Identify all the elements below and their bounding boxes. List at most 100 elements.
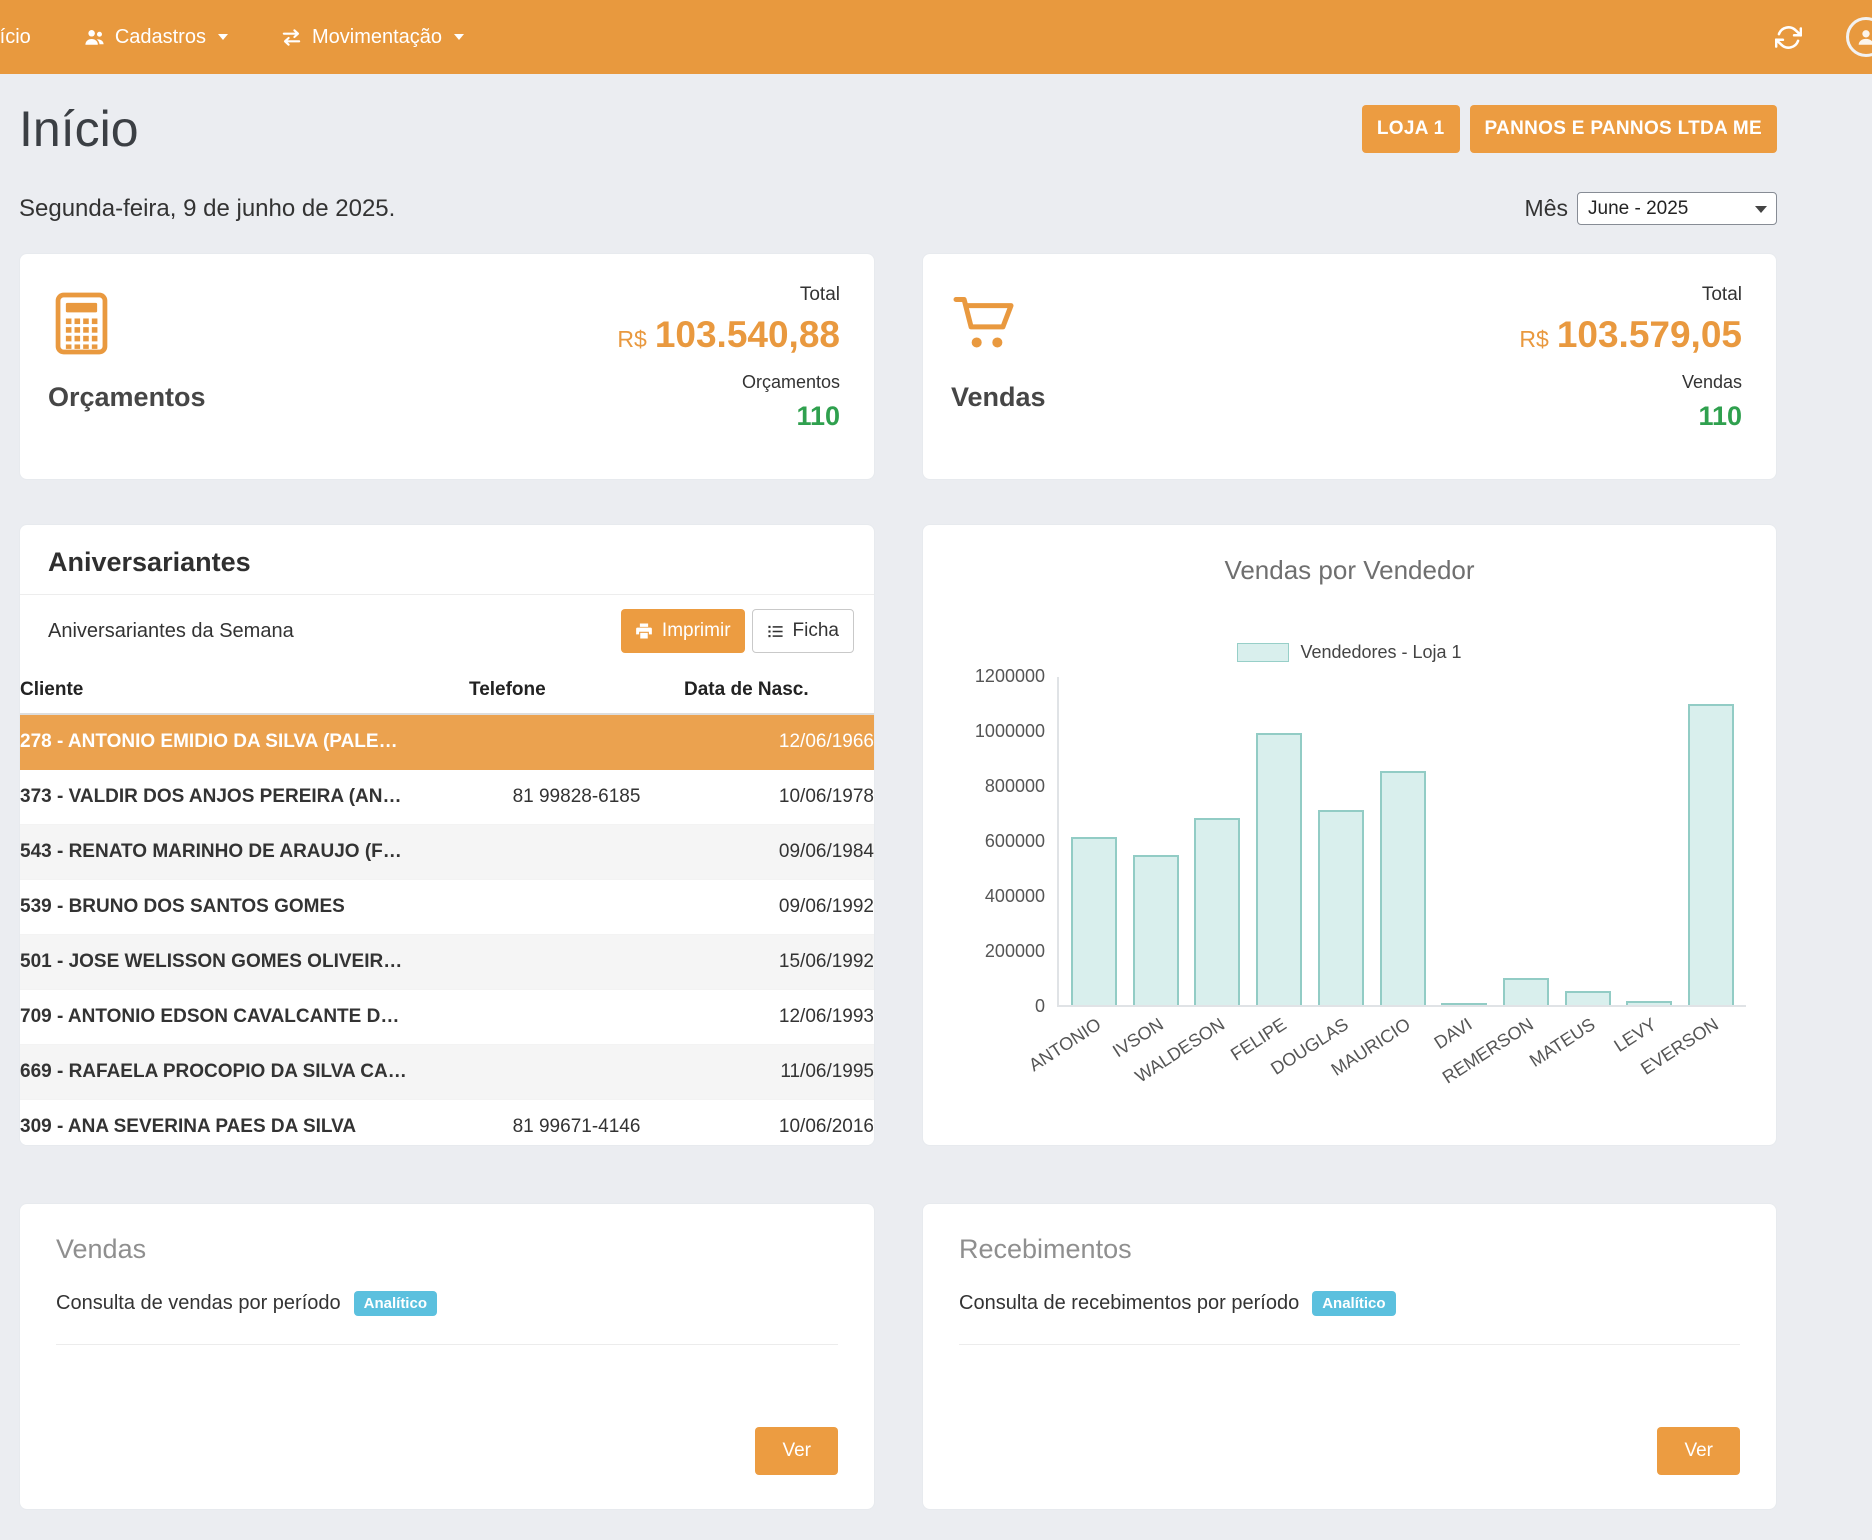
calculator-icon <box>48 290 115 362</box>
phone-cell <box>469 990 684 1045</box>
header-buttons: LOJA 1 PANNOS E PANNOS LTDA ME <box>1362 105 1777 153</box>
bar-slot: DOUGLAS <box>1310 677 1372 1005</box>
table-row[interactable]: 278 - ANTONIO EMIDIO DA SILVA (PALE…12/0… <box>20 714 874 770</box>
vendas-card: Vendas Total R$ 103.579,05 Vendas 110 <box>922 253 1777 480</box>
ficha-button[interactable]: Ficha <box>752 609 854 653</box>
birthdate-cell: 09/06/1984 <box>684 825 874 880</box>
company-button[interactable]: PANNOS E PANNOS LTDA ME <box>1470 105 1777 153</box>
table-row[interactable]: 501 - JOSE WELISSON GOMES OLIVEIR… 15/06/… <box>20 935 874 990</box>
bar-slot: FELIPE <box>1248 677 1310 1005</box>
legend-swatch <box>1237 643 1289 662</box>
aniversariantes-toolbar: Aniversariantes da Semana Imprimir Ficha <box>20 595 874 667</box>
x-axis-label: DAVI <box>1430 1014 1476 1054</box>
bar-felipe <box>1256 733 1302 1005</box>
chevron-down-icon <box>218 34 228 40</box>
legend-label: Vendedores - Loja 1 <box>1300 642 1461 663</box>
bar-waldeson <box>1194 818 1240 1005</box>
client-cell: 669 - RAFAELA PROCOPIO DA SILVA CA… <box>20 1045 469 1100</box>
imprimir-button[interactable]: Imprimir <box>621 609 745 653</box>
client-cell: 539 - BRUNO DOS SANTOS GOMES <box>20 880 469 935</box>
table-row[interactable]: 669 - RAFAELA PROCOPIO DA SILVA CA…11/06… <box>20 1045 874 1100</box>
y-axis-label: 200000 <box>985 941 1045 962</box>
bar-slot: MAURICIO <box>1372 677 1434 1005</box>
page-title: Início <box>19 100 139 158</box>
bar-antonio <box>1071 837 1117 1005</box>
amount-value: 103.540,88 <box>655 314 840 356</box>
vendas-panel-description: Consulta de vendas por período <box>56 1292 341 1315</box>
table-row[interactable]: 709 - ANTONIO EDSON CAVALCANTE D…12/06/1… <box>20 990 874 1045</box>
store-button[interactable]: LOJA 1 <box>1362 105 1460 153</box>
phone-cell <box>469 825 684 880</box>
list-icon <box>767 623 784 640</box>
aniversariantes-card: Aniversariantes Aniversariantes da Seman… <box>19 524 875 1146</box>
vendas-panel: Vendas Consulta de vendas por período An… <box>19 1203 875 1510</box>
bar-mateus <box>1565 991 1611 1005</box>
ver-vendas-button[interactable]: Ver <box>755 1427 838 1475</box>
nav-inicio-label: Início <box>0 26 31 49</box>
aniversariantes-table: Cliente Telefone Data de Nasc. 278 - ANT… <box>20 667 874 1146</box>
chart-title: Vendas por Vendedor <box>953 555 1746 586</box>
page-header: Início LOJA 1 PANNOS E PANNOS LTDA ME <box>19 100 1777 158</box>
y-axis-label: 600000 <box>985 831 1045 852</box>
birthdate-cell: 09/06/1992 <box>684 880 874 935</box>
nav-movimentacao[interactable]: Movimentação <box>254 26 490 49</box>
y-axis-label: 800000 <box>985 776 1045 797</box>
client-cell: 373 - VALDIR DOS ANJOS PEREIRA (AN… <box>20 770 469 825</box>
vendas-panel-title: Vendas <box>56 1234 838 1265</box>
recebimentos-panel-title: Recebimentos <box>959 1234 1740 1265</box>
recebimentos-panel-description: Consulta de recebimentos por período <box>959 1292 1299 1315</box>
total-label: Total <box>800 284 840 306</box>
ver-recebimentos-button[interactable]: Ver <box>1657 1427 1740 1475</box>
printer-icon <box>635 622 653 640</box>
divider <box>959 1344 1740 1345</box>
vendas-count: 110 <box>1698 401 1742 432</box>
table-row[interactable]: 543 - RENATO MARINHO DE ARAUJO (F… 09/06/… <box>20 825 874 880</box>
vendas-por-vendedor-card: Vendas por Vendedor Vendedores - Loja 1 … <box>922 524 1777 1146</box>
plot-area: ANTONIOIVSONWALDESONFELIPEDOUGLASMAURICI… <box>1057 677 1746 1007</box>
month-label: Mês <box>1525 195 1568 222</box>
nav-inicio[interactable]: Início <box>0 26 57 49</box>
current-date-text: Segunda-feira, 9 de junho de 2025. <box>19 195 395 223</box>
birthdate-cell: 10/06/1978 <box>684 770 874 825</box>
vendas-total-amount: R$ 103.579,05 <box>1519 314 1742 356</box>
transfer-arrows-icon <box>280 26 303 49</box>
bar-ivson <box>1133 855 1179 1005</box>
nav-movimentacao-label: Movimentação <box>312 26 442 49</box>
nav-cadastros[interactable]: Cadastros <box>57 26 254 49</box>
y-axis-label: 1000000 <box>975 721 1045 742</box>
col-header-telefone: Telefone <box>469 667 684 714</box>
birthdate-cell: 12/06/1966 <box>684 714 874 770</box>
refresh-icon[interactable] <box>1775 24 1802 51</box>
table-row[interactable]: 539 - BRUNO DOS SANTOS GOMES 09/06/1992 <box>20 880 874 935</box>
table-row[interactable]: 309 - ANA SEVERINA PAES DA SILVA81 99671… <box>20 1100 874 1147</box>
birthdate-cell: 15/06/1992 <box>684 935 874 990</box>
main-content: Início LOJA 1 PANNOS E PANNOS LTDA ME Se… <box>19 100 1777 1510</box>
nav-cadastros-label: Cadastros <box>115 26 206 49</box>
analitico-badge: Analítico <box>1312 1291 1395 1316</box>
bar-slot: WALDESON <box>1186 677 1248 1005</box>
bar-douglas <box>1318 810 1364 1005</box>
y-axis: 020000040000060000080000010000001200000 <box>957 677 1057 1007</box>
users-icon <box>83 26 106 49</box>
bar-slot: ANTONIO <box>1063 677 1125 1005</box>
currency-symbol: R$ <box>1519 326 1548 353</box>
y-axis-label: 1200000 <box>975 666 1045 687</box>
birthdate-cell: 10/06/2016 <box>684 1100 874 1147</box>
client-cell: 543 - RENATO MARINHO DE ARAUJO (F… <box>20 825 469 880</box>
bottom-row: Vendas Consulta de vendas por período An… <box>19 1203 1777 1510</box>
table-header-row: Cliente Telefone Data de Nasc. <box>20 667 874 714</box>
x-axis-label: MATEUS <box>1526 1014 1599 1072</box>
table-row[interactable]: 373 - VALDIR DOS ANJOS PEREIRA (AN…81 99… <box>20 770 874 825</box>
bar-remerson <box>1503 978 1549 1006</box>
phone-cell <box>469 714 684 770</box>
client-cell: 501 - JOSE WELISSON GOMES OLIVEIR… <box>20 935 469 990</box>
month-select[interactable]: June - 2025 <box>1577 192 1777 225</box>
ficha-label: Ficha <box>793 620 839 642</box>
bar-slot: REMERSON <box>1495 677 1557 1005</box>
user-avatar[interactable] <box>1846 17 1872 57</box>
bar-slot: DAVI <box>1433 677 1495 1005</box>
aniversariantes-subtitle: Aniversariantes da Semana <box>48 620 294 643</box>
orcamentos-count: 110 <box>796 401 840 432</box>
nav-right <box>1775 0 1872 74</box>
nav-links: Início Cadastros Movimentação <box>0 26 490 49</box>
